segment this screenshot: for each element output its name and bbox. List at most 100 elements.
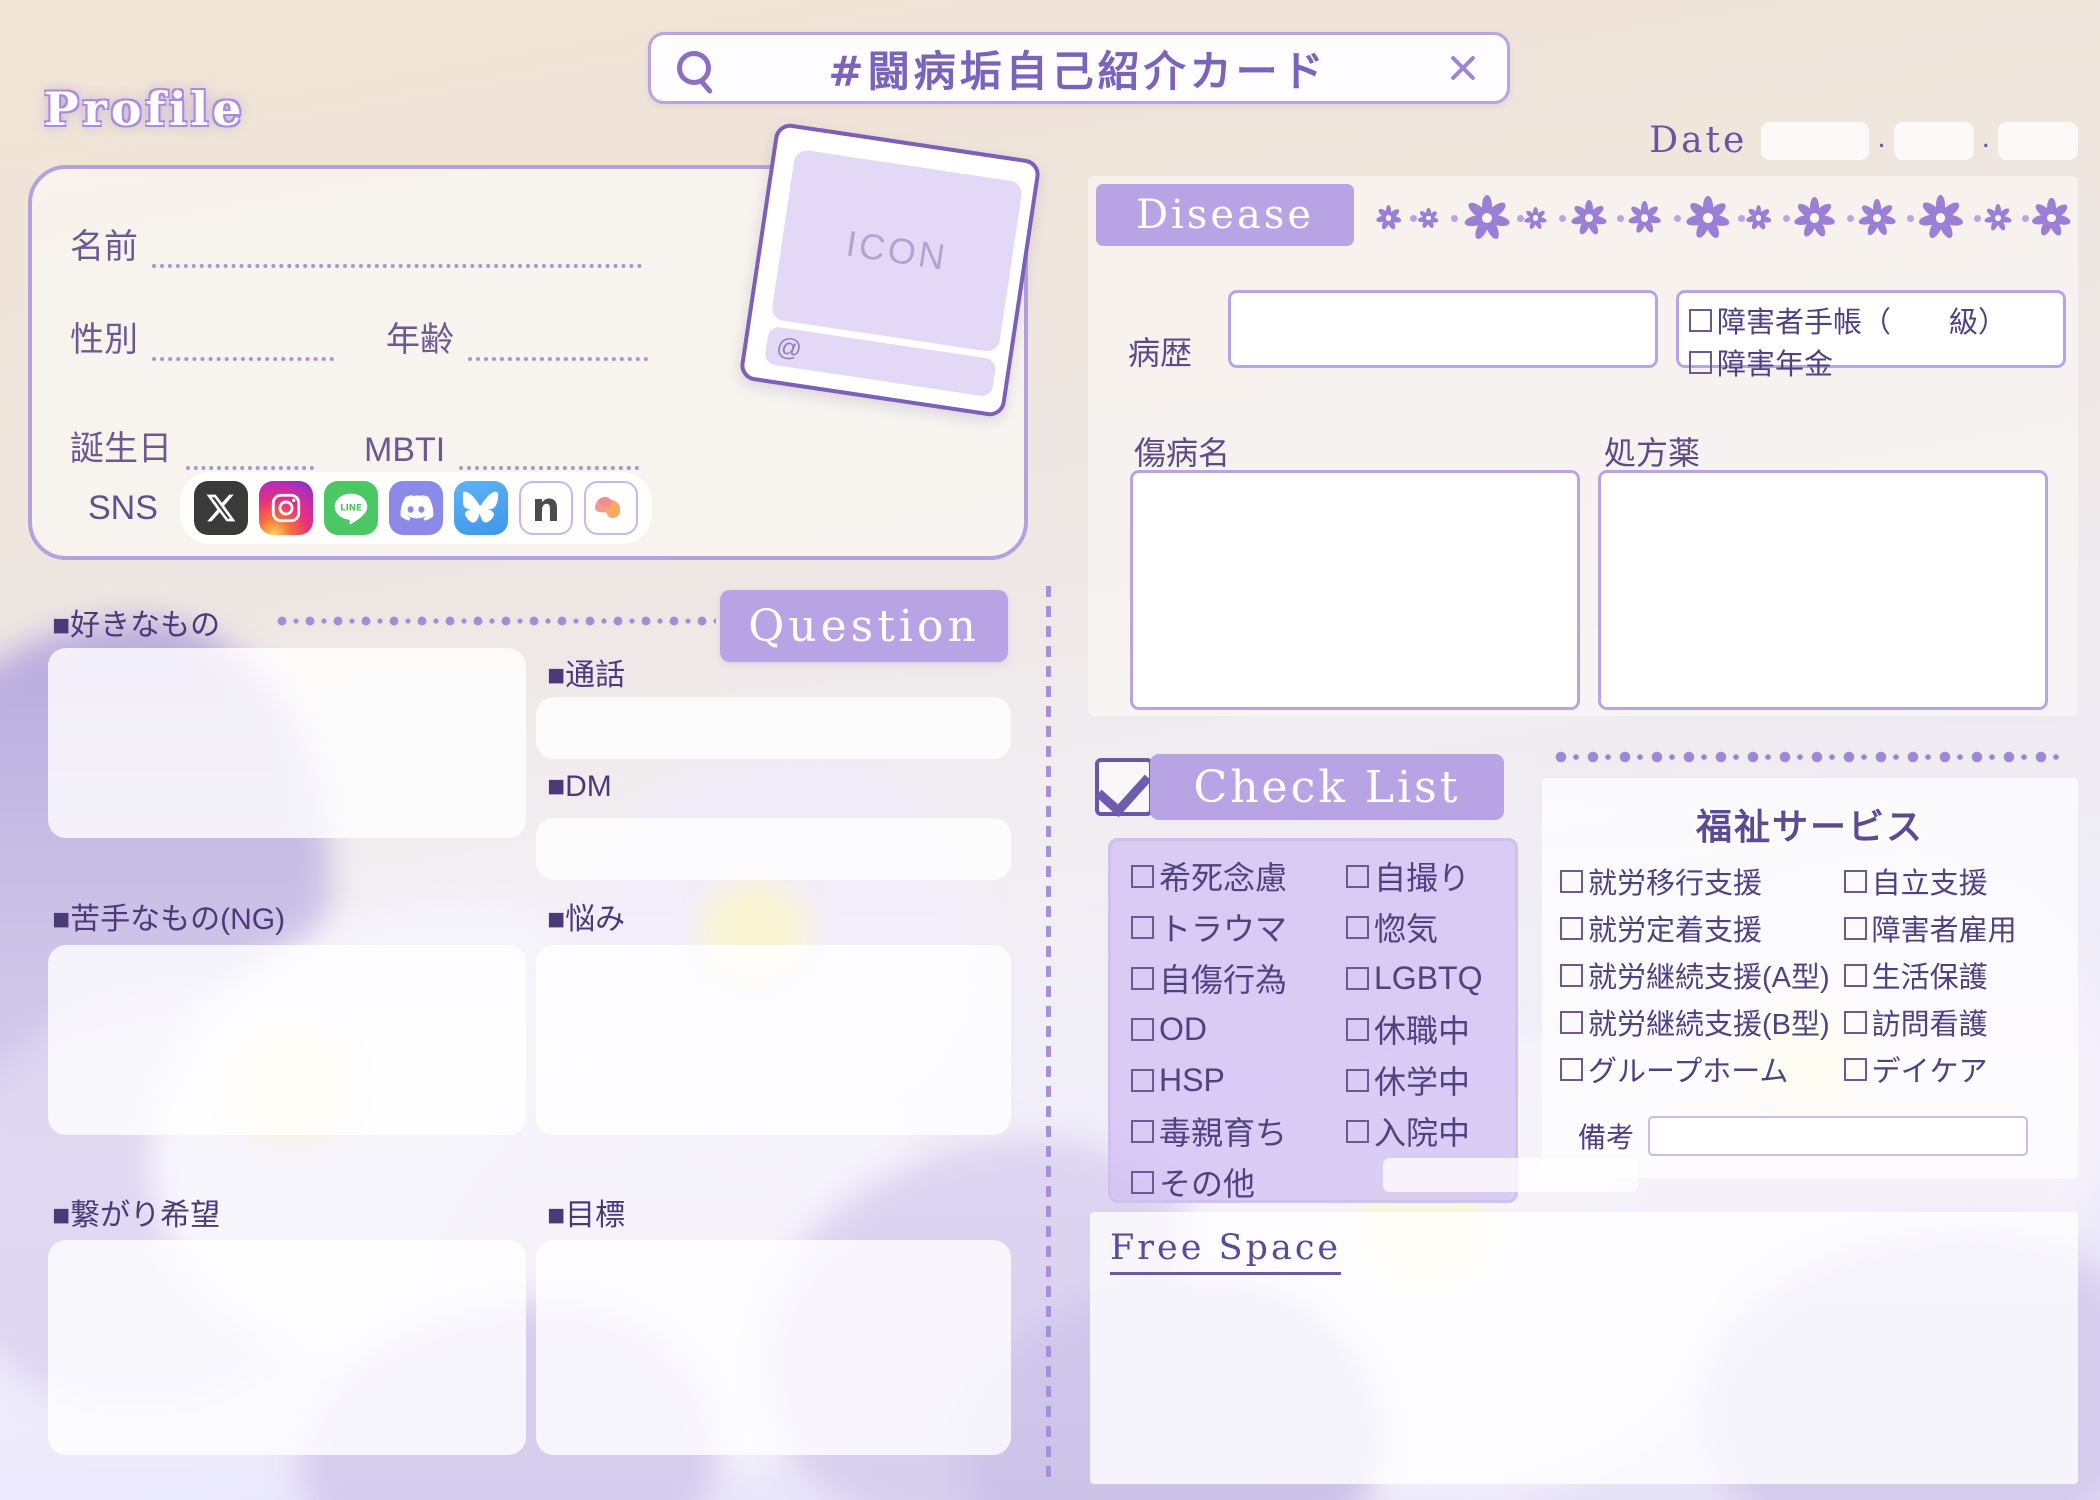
checklist-item[interactable]: 休学中 [1346,1057,1531,1103]
checkbox-icon[interactable] [1560,964,1583,987]
checkbox-icon[interactable] [1346,1018,1369,1041]
age-label: 年齢 [386,312,454,361]
mbti-input[interactable] [459,446,639,470]
misskey-icon[interactable] [584,481,638,535]
welfare-item[interactable]: 就労定着支援 [1560,907,1830,949]
flower-icon [2032,198,2071,237]
flower-dot [1847,215,1854,222]
checkbox-icon[interactable] [1131,1171,1154,1194]
disability-checkbox-group: 障害者手帳（ 級） 障害年金 [1676,290,2066,368]
checklist-item[interactable]: 毒親育ち [1131,1108,1346,1154]
checkbox-icon[interactable] [1844,870,1867,893]
checklist-item[interactable]: 惚気 [1346,904,1531,950]
checkbox-icon[interactable] [1131,916,1154,939]
birthday-input[interactable] [186,446,314,470]
checklist-heading: Check List [1150,754,1504,820]
close-icon[interactable] [1445,50,1481,86]
checkbox-icon[interactable] [1844,917,1867,940]
medicine-input[interactable] [1598,470,2048,710]
checkbox-icon[interactable] [1346,865,1369,888]
welfare-item[interactable]: 自立支援 [1844,860,2017,902]
date-year-input[interactable] [1761,122,1869,160]
illness-input[interactable] [1130,470,1580,710]
dm-input[interactable] [536,818,1011,880]
checklist-item[interactable]: 休職中 [1346,1006,1531,1052]
disability-certificate-checkbox[interactable]: 障害者手帳（ 級） [1689,299,2053,341]
birthday-label: 誕生日 [70,421,172,470]
welfare-item[interactable]: 生活保護 [1844,954,2017,996]
checklist-item[interactable]: LGBTQ [1346,955,1531,1001]
welfare-item-label: 就労継続支援(A型) [1588,954,1830,996]
checklist-item-other[interactable]: その他 [1131,1159,1346,1205]
welfare-items: 就労移行支援 自立支援 就労定着支援 障害者雇用 就労継続支援(A型) 生活保護… [1560,860,2017,1090]
checklist-item[interactable]: 自傷行為 [1131,955,1346,1001]
checkbox-icon[interactable] [1346,967,1369,990]
welfare-item[interactable]: 障害者雇用 [1844,907,2017,949]
welfare-item[interactable]: グループホーム [1560,1048,1830,1090]
note-icon[interactable]: n [519,481,573,535]
checkbox-icon[interactable] [1131,1120,1154,1143]
checkbox-icon[interactable] [1844,1058,1867,1081]
checkbox-icon[interactable] [1346,1069,1369,1092]
welfare-item[interactable]: 就労継続支援(A型) [1560,954,1830,996]
checklist-item[interactable]: 入院中 [1346,1108,1531,1154]
title-bar: #闘病垢自己紹介カード [648,32,1510,104]
name-input[interactable] [152,244,642,268]
welfare-item[interactable]: 訪問看護 [1844,1001,2017,1043]
checkbox-icon[interactable] [1131,1018,1154,1041]
welfare-note-row: 備考 [1578,1116,2028,1156]
checkbox-icon[interactable] [1560,917,1583,940]
icon-polaroid[interactable]: ICON @ [738,122,1041,419]
search-icon[interactable] [677,51,711,85]
worry-input[interactable] [536,945,1011,1135]
checkbox-icon[interactable] [1844,964,1867,987]
dislikes-input[interactable] [48,945,526,1135]
checklist-item[interactable]: トラウマ [1131,904,1346,950]
checkbox-icon[interactable] [1346,1120,1369,1143]
checkbox-icon[interactable] [1560,870,1583,893]
discord-icon[interactable] [389,481,443,535]
checkbox-icon[interactable] [1131,967,1154,990]
checkbox-icon[interactable] [1560,1058,1583,1081]
date-day-input[interactable] [1998,122,2078,160]
likes-divider [276,613,716,629]
checkbox-icon[interactable] [1560,1011,1583,1034]
checkbox-icon[interactable] [1346,916,1369,939]
checklist-item[interactable]: HSP [1131,1057,1346,1103]
checkbox-icon[interactable] [1689,309,1712,332]
icon-placeholder[interactable]: ICON [770,149,1023,353]
checkbox-icon[interactable] [1689,351,1712,374]
connect-input[interactable] [48,1240,526,1455]
date-month-input[interactable] [1894,122,1974,160]
checklist-item-label: 希死念慮 [1159,853,1287,899]
flower-dot [1517,215,1524,222]
goal-input[interactable] [536,1240,1011,1455]
age-input[interactable] [468,337,648,361]
disability-pension-checkbox[interactable]: 障害年金 [1689,341,2053,383]
flower-icon [1918,195,1963,240]
gender-input[interactable] [152,337,334,361]
line-icon[interactable]: LINE [324,481,378,535]
welfare-card: 福祉サービス 就労移行支援 自立支援 就労定着支援 障害者雇用 就労継続支援(A… [1542,778,2078,1178]
call-input[interactable] [536,697,1011,759]
welfare-item[interactable]: 就労移行支援 [1560,860,1830,902]
checklist-item[interactable]: 希死念慮 [1131,853,1346,899]
welfare-item[interactable]: デイケア [1844,1048,2017,1090]
svg-text:LINE: LINE [340,503,362,513]
instagram-icon[interactable] [259,481,313,535]
history-input[interactable] [1228,290,1658,368]
welfare-item-label: 就労継続支援(B型) [1588,1001,1830,1043]
welfare-item[interactable]: 就労継続支援(B型) [1560,1001,1830,1043]
flower-icon [1418,208,1439,229]
x-twitter-icon[interactable] [194,481,248,535]
sns-row: SNS LINE [88,472,652,544]
bluesky-icon[interactable] [454,481,508,535]
checkbox-icon[interactable] [1131,1069,1154,1092]
checklist-item[interactable]: OD [1131,1006,1346,1052]
welfare-note-input[interactable] [1648,1116,2028,1156]
checkbox-icon[interactable] [1131,865,1154,888]
likes-input[interactable] [48,648,526,838]
checkbox-icon[interactable] [1844,1011,1867,1034]
flower-icon [1376,205,1401,230]
checklist-item[interactable]: 自撮り [1346,853,1531,899]
